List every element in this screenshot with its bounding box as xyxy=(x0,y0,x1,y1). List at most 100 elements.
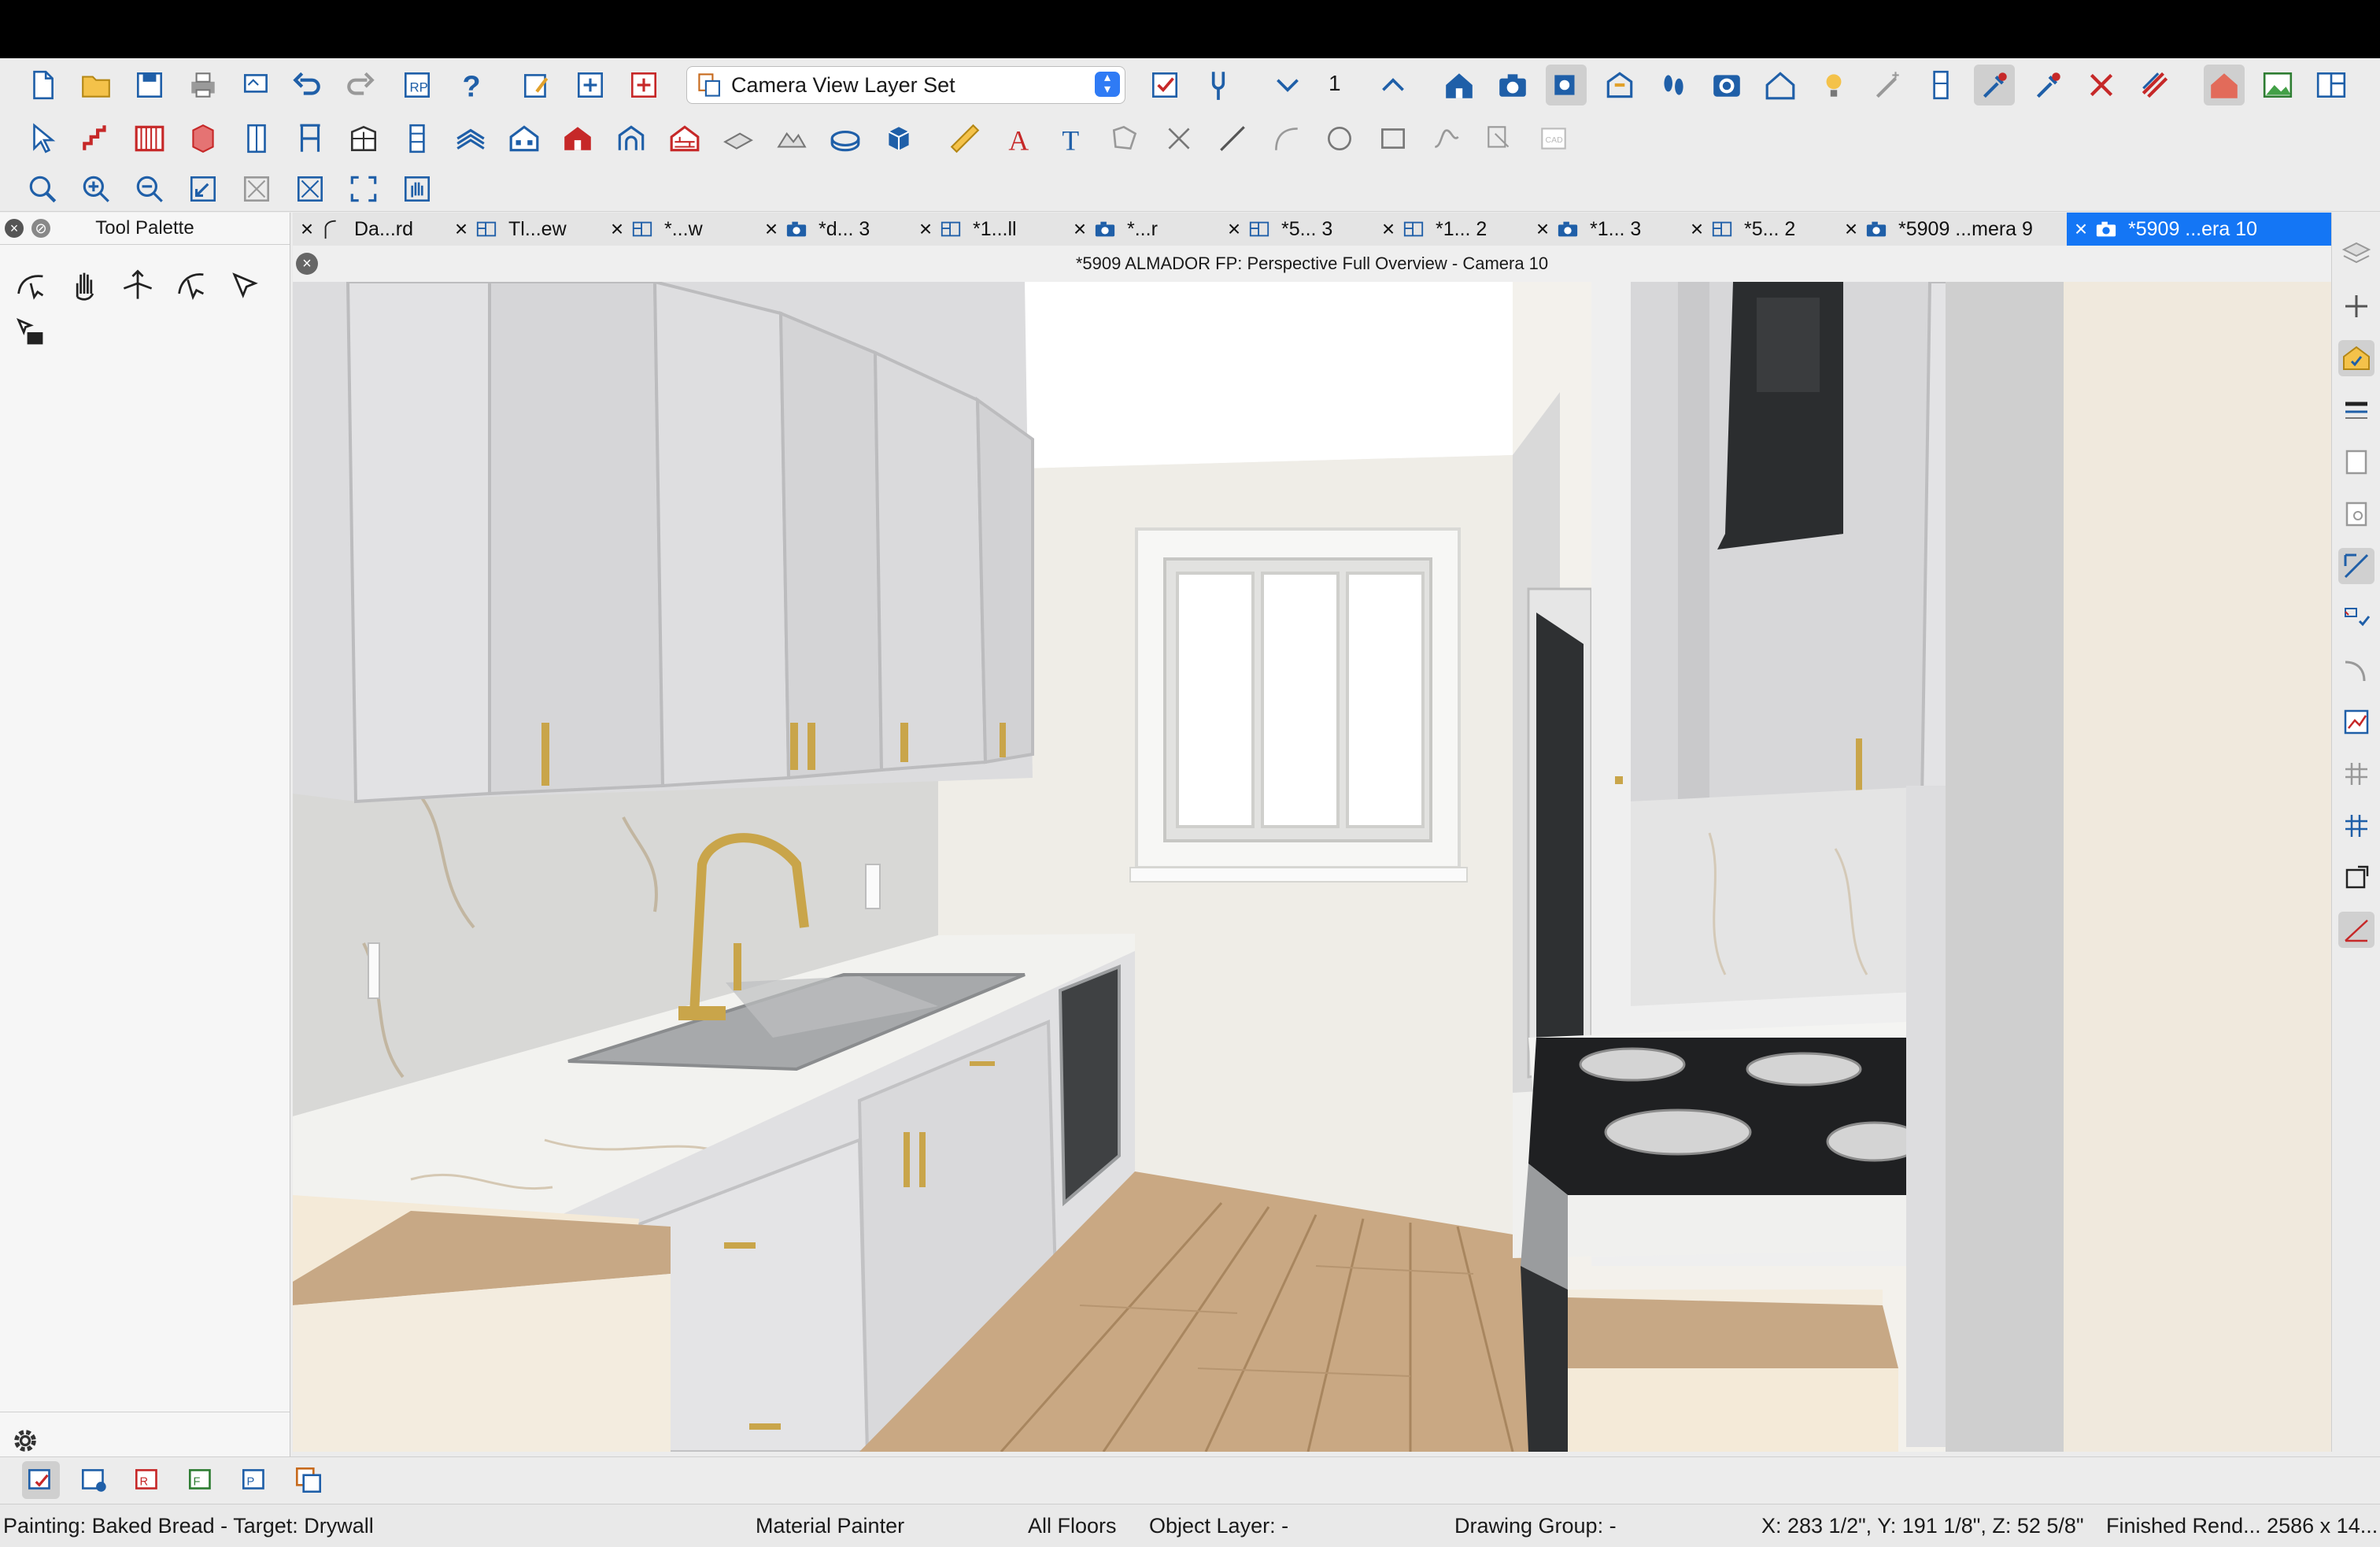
tab-close-icon[interactable]: × xyxy=(911,217,940,242)
cad-tool-icon[interactable] xyxy=(1480,118,1521,159)
undo-zoom-icon[interactable] xyxy=(183,168,224,209)
reference-floor-icon[interactable]: R xyxy=(129,1461,167,1499)
lightbulb-icon[interactable] xyxy=(1813,65,1854,105)
tab-close-icon[interactable]: × xyxy=(293,217,321,242)
layer-prefs-icon[interactable] xyxy=(76,1461,113,1499)
dropdown-stepper-icon[interactable]: ▴ ▾ xyxy=(1095,72,1120,97)
fill-window-all-icon[interactable] xyxy=(290,168,331,209)
wand-icon[interactable] xyxy=(1867,65,1908,105)
grid-snap-icon[interactable] xyxy=(2338,808,2374,844)
text-a-icon[interactable]: A xyxy=(998,118,1039,159)
eyedropper-2-icon[interactable] xyxy=(2027,65,2068,105)
layer-set-dropdown[interactable]: Camera View Layer Set ▴ ▾ xyxy=(686,66,1125,104)
footprints-icon[interactable] xyxy=(1653,65,1694,105)
move-tool-icon[interactable] xyxy=(118,265,157,305)
rect-tool-icon[interactable] xyxy=(1373,118,1414,159)
tab[interactable]: × *...w xyxy=(603,213,757,246)
slab-icon[interactable] xyxy=(718,118,759,159)
tab-close-icon[interactable]: × xyxy=(603,217,631,242)
tab-active[interactable]: × *5909 ...era 10 xyxy=(2067,213,2331,246)
house-check-icon[interactable] xyxy=(2338,340,2374,376)
layers-icon[interactable] xyxy=(2338,236,2374,272)
tab-close-icon[interactable]: × xyxy=(1374,217,1402,242)
print-icon[interactable] xyxy=(183,65,224,105)
pan-tool-icon[interactable] xyxy=(65,265,104,305)
full-screen-icon[interactable] xyxy=(343,168,384,209)
fill-window-icon[interactable] xyxy=(236,168,277,209)
floor-up-icon[interactable] xyxy=(1373,65,1414,105)
frame-tool-icon[interactable] xyxy=(290,118,331,159)
roof-tool-icon[interactable] xyxy=(450,118,491,159)
floor-down-icon[interactable] xyxy=(1267,65,1308,105)
tab[interactable]: × *1... 3 xyxy=(1528,213,1683,246)
layer-checkbox-icon[interactable] xyxy=(1144,65,1185,105)
tab[interactable]: × *5909 ...mera 9 xyxy=(1837,213,2089,246)
furniture-icon[interactable] xyxy=(397,118,438,159)
tab[interactable]: × Da...rd xyxy=(293,213,447,246)
object-snap-icon[interactable] xyxy=(2338,860,2374,896)
no-eyedropper-icon[interactable] xyxy=(2081,65,2122,105)
wall-tool-icon[interactable] xyxy=(129,118,170,159)
send-to-layout-icon[interactable] xyxy=(570,65,611,105)
edit-view-icon[interactable] xyxy=(516,65,557,105)
plan-display-icon[interactable]: P xyxy=(236,1461,274,1499)
chart-check-icon[interactable] xyxy=(2338,704,2374,740)
select-arrow-icon[interactable] xyxy=(22,118,63,159)
material-stripe-icon[interactable] xyxy=(2134,65,2175,105)
copy-layer-icon[interactable] xyxy=(290,1461,327,1499)
help-icon[interactable]: ? xyxy=(450,65,491,105)
circle-tool-icon[interactable] xyxy=(1319,118,1360,159)
tab[interactable]: × *1...ll xyxy=(911,213,1066,246)
block-3d-icon[interactable] xyxy=(878,118,919,159)
tab[interactable]: × *d... 3 xyxy=(757,213,911,246)
zoom-in-icon[interactable] xyxy=(76,168,116,209)
palette-close-icon[interactable]: × xyxy=(5,219,24,238)
camera-circle-icon[interactable] xyxy=(1706,65,1747,105)
page-search-icon[interactable] xyxy=(2338,496,2374,532)
redo-icon[interactable] xyxy=(340,65,381,105)
tab-close-icon[interactable]: × xyxy=(2067,217,2095,242)
line-tool-icon[interactable] xyxy=(1212,118,1253,159)
dimension-icon[interactable] xyxy=(2338,548,2374,584)
render-house-icon[interactable] xyxy=(2204,65,2245,105)
text-t-icon[interactable]: T xyxy=(1051,118,1092,159)
page-icon[interactable] xyxy=(2338,444,2374,480)
tab-close-icon[interactable]: × xyxy=(1528,217,1557,242)
tab-close-icon[interactable]: × xyxy=(447,217,475,242)
eyedropper-icon[interactable] xyxy=(1974,65,2015,105)
print-preview-icon[interactable] xyxy=(236,65,277,105)
arc-snap-icon[interactable] xyxy=(2338,652,2374,688)
cabinet-outline-icon[interactable] xyxy=(343,118,384,159)
brick-house-icon[interactable] xyxy=(664,118,705,159)
tab-close-icon[interactable]: × xyxy=(1220,217,1248,242)
window-panels-icon[interactable] xyxy=(2311,65,2352,105)
grid-icon[interactable] xyxy=(2338,756,2374,792)
ruler-icon[interactable] xyxy=(944,118,985,159)
line-weight-icon[interactable] xyxy=(2338,392,2374,428)
house-red-icon[interactable] xyxy=(557,118,598,159)
house-outline-icon[interactable] xyxy=(1760,65,1801,105)
palette-detach-icon[interactable]: ⊘ xyxy=(31,219,50,238)
add-icon[interactable] xyxy=(2338,288,2374,324)
open-folder-icon[interactable] xyxy=(76,65,116,105)
cad-block-icon[interactable]: CAD xyxy=(1533,118,1574,159)
house-icon[interactable] xyxy=(1439,65,1480,105)
tilt-tool-icon[interactable] xyxy=(172,265,211,305)
ellipse-slab-icon[interactable] xyxy=(825,118,866,159)
tab[interactable]: × *...r xyxy=(1066,213,1220,246)
floor-display-icon[interactable]: F xyxy=(183,1461,220,1499)
tab[interactable]: × *5... 2 xyxy=(1683,213,1837,246)
view-close-icon[interactable]: × xyxy=(296,253,318,275)
gear-icon[interactable] xyxy=(8,1423,42,1458)
tall-cabinet-icon[interactable] xyxy=(1920,65,1961,105)
tab-close-icon[interactable]: × xyxy=(1837,217,1865,242)
elevation-icon[interactable] xyxy=(1599,65,1640,105)
tab[interactable]: × *1... 2 xyxy=(1374,213,1528,246)
wrench-icon[interactable] xyxy=(1198,65,1239,105)
zoom-out-icon[interactable] xyxy=(129,168,170,209)
send-3d-icon[interactable] xyxy=(623,65,664,105)
undo-icon[interactable] xyxy=(286,65,327,105)
cabinet-tool-icon[interactable] xyxy=(183,118,224,159)
layer-display-icon[interactable] xyxy=(22,1461,60,1499)
polyline-icon[interactable] xyxy=(1105,118,1146,159)
